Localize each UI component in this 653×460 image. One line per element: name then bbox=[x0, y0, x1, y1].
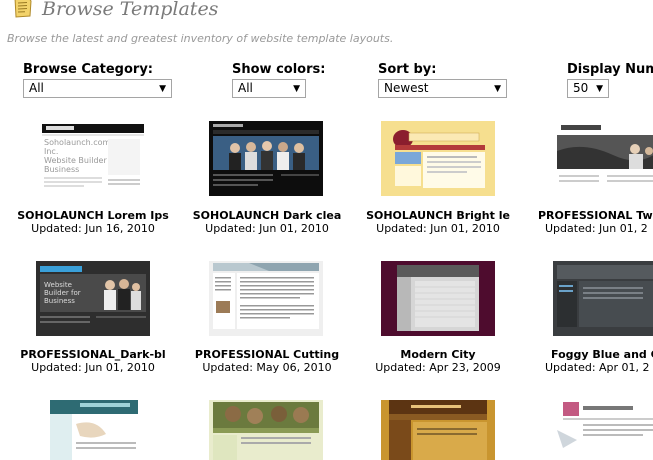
template-name[interactable]: Modern City bbox=[351, 348, 525, 361]
sort-by-label: Sort by: bbox=[378, 62, 437, 77]
chevron-down-icon: ▼ bbox=[596, 84, 603, 94]
page-header: Browse Templates Browse the latest and g… bbox=[0, 0, 653, 50]
template-thumbnail[interactable]: Website Builder for Business bbox=[36, 261, 150, 336]
chevron-down-icon: ▼ bbox=[494, 84, 501, 94]
template-name[interactable]: Foggy Blue and Gr bbox=[523, 348, 653, 361]
page-subtitle: Browse the latest and greatest inventory… bbox=[7, 32, 394, 45]
template-name[interactable]: PROFESSIONAL Two bbox=[523, 209, 653, 222]
sort-by-filter: Sort by: Newest ▼ bbox=[378, 62, 507, 98]
show-colors-value: All bbox=[238, 81, 253, 95]
template-updated: Updated: May 06, 2010 bbox=[202, 361, 332, 374]
sort-by-value: Newest bbox=[384, 81, 429, 95]
thumb-text: Builder for bbox=[44, 289, 81, 297]
chevron-down-icon: ▼ bbox=[159, 84, 166, 94]
template-thumbnail[interactable] bbox=[381, 261, 495, 336]
template-updated: Updated: Jun 16, 2010 bbox=[31, 222, 155, 235]
template-thumbnail[interactable] bbox=[209, 400, 323, 460]
thumb-text: Website bbox=[44, 281, 72, 289]
template-name[interactable]: SOHOLAUNCH Dark clea bbox=[180, 209, 354, 222]
template-thumbnail[interactable] bbox=[209, 261, 323, 336]
template-updated: Updated: Jun 01, 2010 bbox=[376, 222, 500, 235]
browse-category-value: All bbox=[29, 81, 44, 95]
thumb-text: Business bbox=[44, 297, 75, 305]
template-thumbnail[interactable] bbox=[381, 121, 495, 196]
template-thumbnail[interactable] bbox=[209, 121, 323, 196]
template-updated: Updated: Apr 23, 2009 bbox=[375, 361, 501, 374]
thumb-text: Business bbox=[44, 165, 79, 174]
template-name[interactable]: PROFESSIONAL_Dark-bl bbox=[6, 348, 180, 361]
browse-category-select[interactable]: All ▼ bbox=[23, 79, 172, 98]
browse-category-filter: Browse Category: All ▼ bbox=[23, 62, 172, 98]
sort-by-select[interactable]: Newest ▼ bbox=[378, 79, 507, 98]
show-colors-label: Show colors: bbox=[232, 62, 326, 77]
template-updated: Updated: Jun 01, 2 bbox=[545, 222, 648, 235]
display-number-select[interactable]: 50 ▼ bbox=[567, 79, 609, 98]
template-updated: Updated: Jun 01, 2010 bbox=[31, 361, 155, 374]
template-thumbnail[interactable] bbox=[381, 400, 495, 460]
chevron-down-icon: ▼ bbox=[293, 84, 300, 94]
template-name[interactable]: PROFESSIONAL Cutting bbox=[180, 348, 354, 361]
browse-category-label: Browse Category: bbox=[23, 62, 154, 77]
page-title: Browse Templates bbox=[42, 0, 219, 20]
template-thumbnail[interactable] bbox=[553, 400, 653, 460]
display-number-label: Display Numb bbox=[567, 62, 653, 77]
document-icon bbox=[14, 0, 32, 18]
show-colors-filter: Show colors: All ▼ bbox=[232, 62, 325, 98]
template-thumbnail[interactable] bbox=[553, 121, 653, 196]
template-updated: Updated: Jun 01, 2010 bbox=[205, 222, 329, 235]
template-updated: Updated: Apr 01, 2 bbox=[545, 361, 650, 374]
template-name[interactable]: SOHOLAUNCH Bright le bbox=[351, 209, 525, 222]
template-thumbnail[interactable] bbox=[36, 400, 150, 460]
template-thumbnail[interactable]: Soholaunch.com, Inc. Website Builder for… bbox=[36, 121, 150, 196]
display-number-value: 50 bbox=[573, 81, 589, 95]
template-name[interactable]: SOHOLAUNCH Lorem Ips bbox=[6, 209, 180, 222]
thumb-text: Inc. bbox=[44, 147, 58, 156]
show-colors-select[interactable]: All ▼ bbox=[232, 79, 306, 98]
template-thumbnail[interactable] bbox=[553, 261, 653, 336]
display-number-filter: Display Numb 50 ▼ bbox=[567, 62, 653, 98]
thumb-text: Soholaunch.com, bbox=[44, 138, 113, 147]
